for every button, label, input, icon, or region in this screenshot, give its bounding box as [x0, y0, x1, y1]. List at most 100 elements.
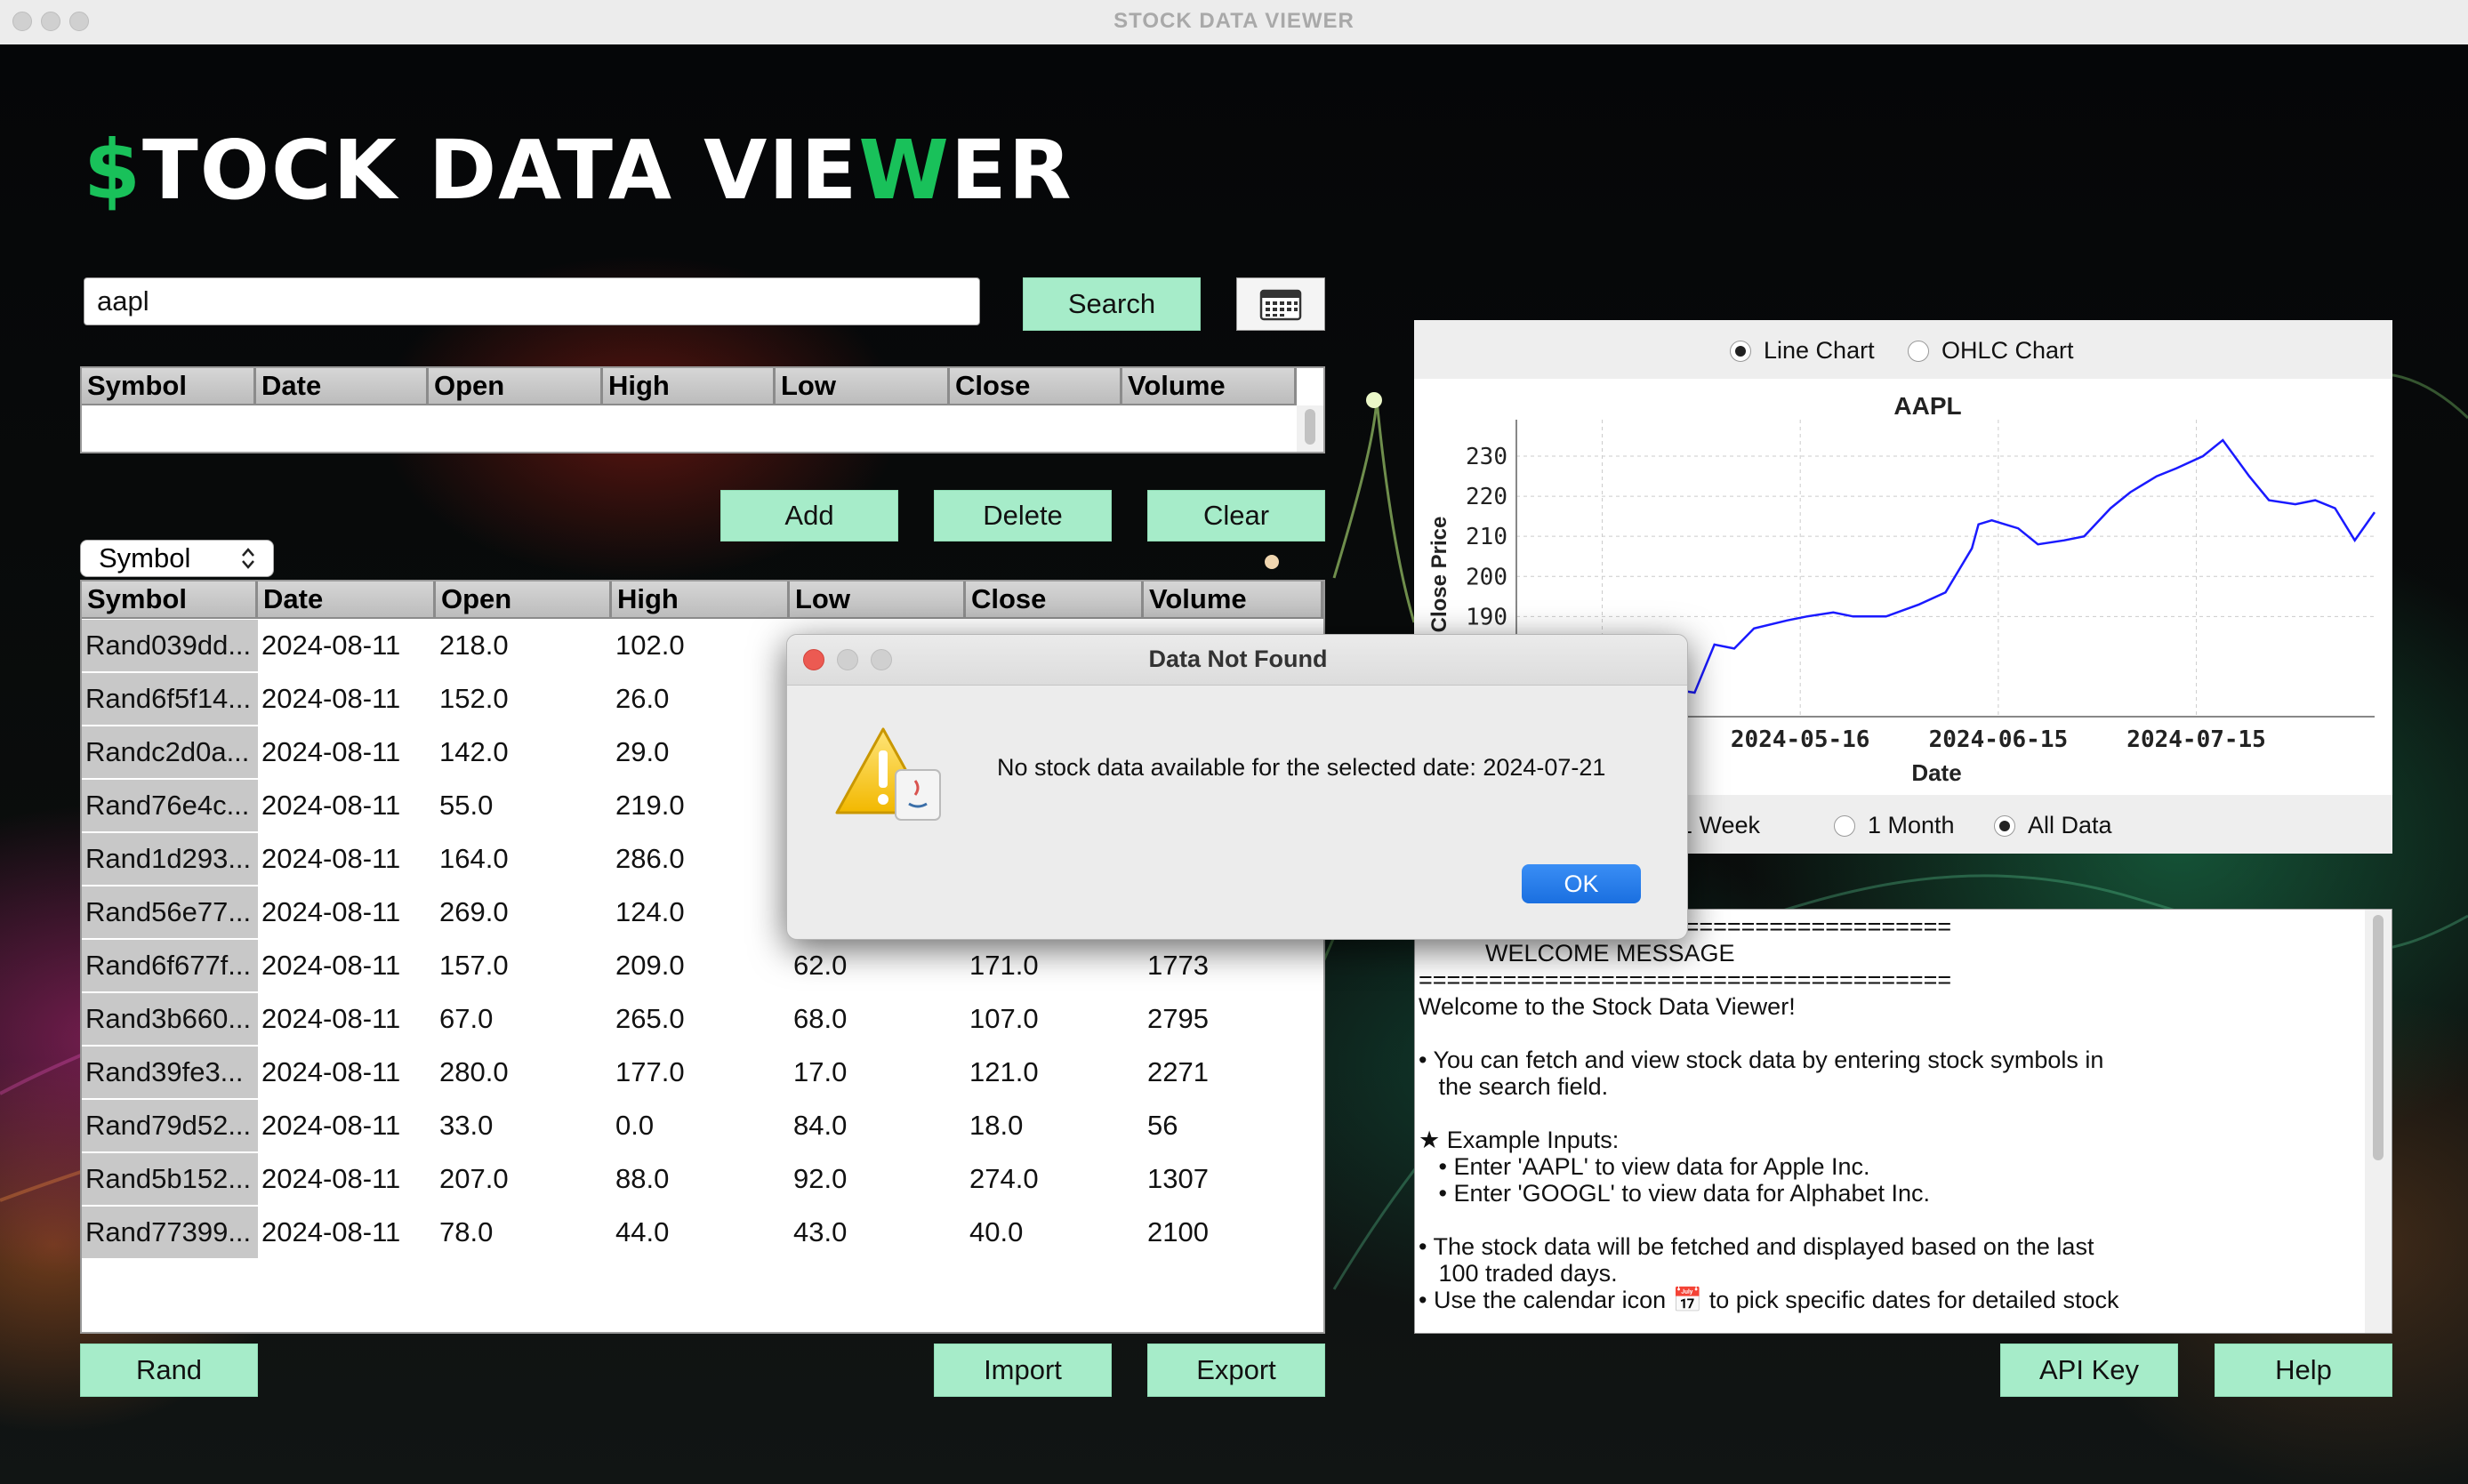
column-header-date[interactable]: Date — [256, 368, 429, 405]
window-titlebar: STOCK DATA VIEWER — [0, 0, 2468, 45]
data-not-found-dialog: Data Not Found No stock data available f… — [786, 634, 1688, 940]
column-header-low[interactable]: Low — [790, 582, 966, 619]
table-row[interactable]: Rand79d52... 2024-08-11 33.0 0.0 84.0 18.0 56 — [82, 1099, 1323, 1152]
y-tick-label: 190 — [1466, 604, 1507, 630]
search-result-table[interactable]: Symbol Date Open High Low Close Volume — [80, 366, 1325, 453]
add-button[interactable]: Add — [720, 490, 898, 541]
cell-close: 18.0 — [969, 1110, 1024, 1141]
select-arrows-icon — [242, 548, 254, 569]
clear-button[interactable]: Clear — [1147, 490, 1325, 541]
radio-dot — [1994, 814, 2015, 837]
cell-open: 55.0 — [439, 790, 494, 821]
app-logo: $TOCK DATA VIEWER — [84, 123, 1073, 218]
ohlc-chart-radio[interactable]: OHLC Chart — [1908, 337, 2074, 365]
cell-close: 40.0 — [969, 1216, 1024, 1247]
cell-volume: 56 — [1147, 1110, 1178, 1141]
cell-low: 68.0 — [793, 1003, 848, 1034]
rand-button[interactable]: Rand — [80, 1344, 258, 1397]
radio-dot — [1908, 340, 1929, 362]
column-header-symbol[interactable]: Symbol — [82, 582, 258, 619]
cell-high: 102.0 — [615, 630, 685, 661]
cell-open: 207.0 — [439, 1163, 509, 1194]
cell-volume: 1307 — [1147, 1163, 1209, 1194]
column-header-symbol[interactable]: Symbol — [82, 368, 256, 405]
cell-date: 2024-08-11 — [261, 1216, 401, 1247]
y-tick-label: 210 — [1466, 524, 1507, 550]
api-key-button[interactable]: API Key — [2000, 1344, 2178, 1397]
chart-title: AAPL — [1893, 392, 1961, 420]
cell-date: 2024-08-11 — [261, 843, 401, 874]
x-tick-label: 2024-05-16 — [1731, 726, 1870, 753]
column-header-open[interactable]: Open — [436, 582, 612, 619]
y-tick-label: 230 — [1466, 444, 1507, 470]
welcome-scrollbar[interactable] — [2365, 910, 2392, 1333]
window-title: STOCK DATA VIEWER — [1113, 9, 1355, 33]
one-month-radio[interactable]: 1 Month — [1834, 812, 1955, 839]
cell-high: 44.0 — [615, 1216, 670, 1247]
cell-date: 2024-08-11 — [261, 1163, 401, 1194]
calendar-button[interactable] — [1236, 277, 1325, 331]
export-button[interactable]: Export — [1147, 1344, 1325, 1397]
table-row[interactable]: Rand77399... 2024-08-11 78.0 44.0 43.0 40.0 21… — [82, 1206, 1323, 1259]
search-result-scrollbar[interactable] — [1297, 405, 1323, 452]
cell-date: 2024-08-11 — [261, 1056, 401, 1087]
cell-low: 17.0 — [793, 1056, 848, 1087]
cell-volume: 2100 — [1147, 1216, 1209, 1247]
cell-symbol: Rand3b660... — [82, 993, 258, 1045]
column-header-open[interactable]: Open — [429, 368, 603, 405]
import-button[interactable]: Import — [934, 1344, 1112, 1397]
cell-symbol: Rand039dd... — [82, 620, 258, 671]
delete-button[interactable]: Delete — [934, 490, 1112, 541]
help-button[interactable]: Help — [2215, 1344, 2392, 1397]
cell-high: 177.0 — [615, 1056, 685, 1087]
column-header-high[interactable]: High — [603, 368, 776, 405]
cell-close: 171.0 — [969, 950, 1039, 981]
cell-volume: 2271 — [1147, 1056, 1209, 1087]
column-header-low[interactable]: Low — [776, 368, 950, 405]
calendar-icon — [1259, 289, 1302, 321]
cell-symbol: Rand6f5f14... — [82, 673, 258, 725]
cell-open: 33.0 — [439, 1110, 494, 1141]
column-header-high[interactable]: High — [612, 582, 790, 619]
warning-icon — [835, 727, 941, 821]
ok-button[interactable]: OK — [1522, 864, 1641, 903]
cell-symbol: Rand77399... — [82, 1207, 258, 1258]
column-header-date[interactable]: Date — [258, 582, 436, 619]
cell-date: 2024-08-11 — [261, 736, 401, 767]
dialog-message: No stock data available for the selected… — [997, 754, 1606, 781]
cell-close: 274.0 — [969, 1163, 1039, 1194]
cell-high: 124.0 — [615, 896, 685, 927]
cell-date: 2024-08-11 — [261, 950, 401, 981]
table-row[interactable]: Rand39fe3... 2024-08-11 280.0 177.0 17.0 121.… — [82, 1046, 1323, 1099]
cell-symbol: Rand39fe3... — [82, 1047, 258, 1098]
cell-open: 152.0 — [439, 683, 509, 714]
filter-select[interactable]: Symbol — [80, 540, 274, 577]
search-input[interactable] — [84, 277, 980, 325]
column-header-close[interactable]: Close — [950, 368, 1122, 405]
column-header-volume[interactable]: Volume — [1122, 368, 1297, 405]
line-chart-radio[interactable]: Line Chart — [1730, 337, 1875, 365]
welcome-text: ====================================== W… — [1419, 913, 2119, 1313]
table-row[interactable]: Rand5b152... 2024-08-11 207.0 88.0 92.0 274.0… — [82, 1152, 1323, 1206]
search-button[interactable]: Search — [1023, 277, 1201, 331]
welcome-message-panel[interactable]: ====================================== W… — [1414, 909, 2392, 1334]
x-tick-label: 2024-07-15 — [2126, 726, 2266, 753]
cell-low: 43.0 — [793, 1216, 848, 1247]
cell-open: 164.0 — [439, 843, 509, 874]
cell-date: 2024-08-11 — [261, 1110, 401, 1141]
y-axis-label: Close Price — [1427, 517, 1451, 633]
chart-type-bar: Line Chart OHLC Chart — [1414, 320, 2392, 379]
all-data-radio[interactable]: All Data — [1994, 812, 2112, 839]
cell-high: 26.0 — [615, 683, 670, 714]
stock-table-header: Symbol Date Open High Low Close Volume — [82, 582, 1323, 619]
search-result-table-header: Symbol Date Open High Low Close Volume — [82, 368, 1297, 405]
cell-low: 62.0 — [793, 950, 848, 981]
cell-symbol: Rand1d293... — [82, 833, 258, 885]
dialog-title: Data Not Found — [1148, 646, 1328, 672]
table-row[interactable]: Rand6f677f... 2024-08-11 157.0 209.0 62.0 171… — [82, 939, 1323, 992]
table-row[interactable]: Rand3b660... 2024-08-11 67.0 265.0 68.0 107.0… — [82, 992, 1323, 1046]
cell-low: 84.0 — [793, 1110, 848, 1141]
column-header-volume[interactable]: Volume — [1144, 582, 1323, 619]
cell-volume: 2795 — [1147, 1003, 1209, 1034]
column-header-close[interactable]: Close — [966, 582, 1144, 619]
